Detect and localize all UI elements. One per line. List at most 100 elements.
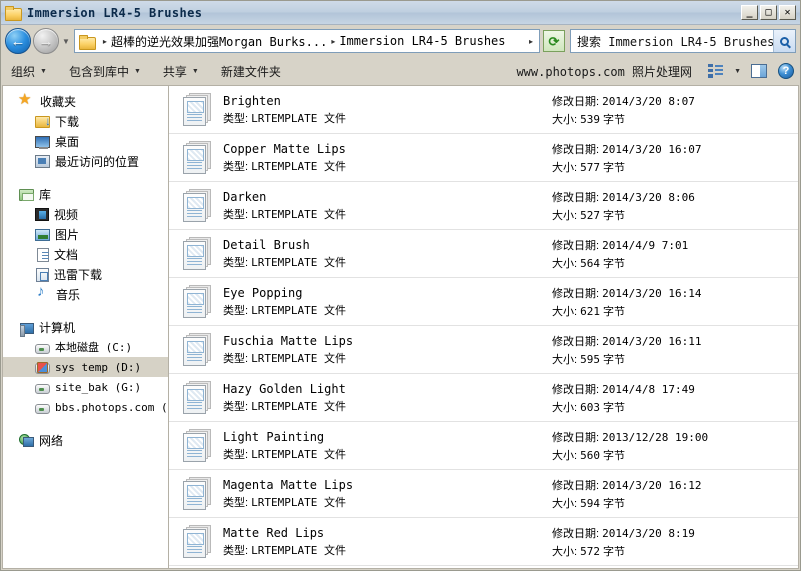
table-row[interactable]: Darken 类型: LRTEMPLATE 文件 修改日期: 2014/3/20 8… bbox=[169, 182, 798, 230]
file-primary-info: Copper Matte Lips 类型: LRTEMPLATE 文件 bbox=[223, 142, 540, 174]
document-icon bbox=[37, 247, 49, 262]
sidebar-label-thunder-download: 迅雷下载 bbox=[54, 267, 103, 282]
file-metadata: 修改日期: 2014/3/20 16:12 大小: 594 字节 bbox=[540, 477, 790, 511]
file-modified-date: 修改日期: 2014/3/20 16:14 bbox=[552, 286, 702, 300]
file-modified-date: 修改日期: 2014/3/20 8:07 bbox=[552, 94, 695, 108]
watermark-text: www.photops.com 照片处理网 bbox=[516, 64, 693, 79]
table-row[interactable]: Light Painting 类型: LRTEMPLATE 文件 修改日期: 201… bbox=[169, 422, 798, 470]
file-name: Brighten bbox=[223, 93, 281, 108]
file-size: 大小: 564 字节 bbox=[552, 256, 626, 270]
toolbar-item-include-in-library[interactable]: 包含到库中 ▼ bbox=[69, 63, 141, 80]
file-modified-date: 修改日期: 2014/3/20 16:11 bbox=[552, 334, 702, 348]
search-input[interactable]: 搜索 Immersion LR4-5 Brushes bbox=[571, 33, 773, 50]
file-modified-date: 修改日期: 2013/12/28 19:00 bbox=[552, 430, 709, 444]
recent-pages-dropdown[interactable]: ▼ bbox=[62, 37, 70, 46]
breadcrumb-item-1[interactable]: Immersion LR4-5 Brushes bbox=[339, 34, 505, 48]
desktop-icon bbox=[35, 136, 50, 149]
help-icon[interactable]: ? bbox=[778, 63, 794, 79]
file-modified-date: 修改日期: 2014/3/20 8:19 bbox=[552, 526, 695, 540]
file-size: 大小: 539 字节 bbox=[552, 112, 626, 126]
close-button[interactable]: ✕ bbox=[779, 5, 796, 20]
file-type-icon bbox=[183, 140, 213, 175]
table-row[interactable]: Brighten 类型: LRTEMPLATE 文件 修改日期: 2014/3/20… bbox=[169, 86, 798, 134]
sidebar-item-drive-g[interactable]: site_bak (G:) bbox=[3, 377, 168, 397]
breadcrumb-separator-0[interactable]: ▸ bbox=[99, 37, 111, 46]
explorer-window: Immersion LR4-5 Brushes _ □ ✕ ← → ▼ ▸ 超棒… bbox=[0, 0, 801, 571]
file-type-label: 类型: LRTEMPLATE 文件 bbox=[223, 111, 346, 125]
file-name: Detail Brush bbox=[223, 237, 310, 252]
sidebar-label-drive-d: sys temp (D:) bbox=[55, 360, 142, 374]
sidebar-label-downloads: 下载 bbox=[55, 114, 80, 129]
maximize-button[interactable]: □ bbox=[760, 5, 777, 20]
sidebar-item-thunder-download[interactable]: 迅雷下载 bbox=[3, 264, 168, 284]
sidebar-item-downloads[interactable]: 下载 bbox=[3, 111, 168, 131]
file-size: 大小: 572 字节 bbox=[552, 544, 626, 558]
chevron-down-icon: ▼ bbox=[191, 67, 199, 75]
table-row[interactable]: Hazy Golden Light 类型: LRTEMPLATE 文件 修改日期: … bbox=[169, 374, 798, 422]
sidebar-item-libraries[interactable]: 库 bbox=[3, 184, 168, 204]
breadcrumb-dropdown[interactable]: ▸ bbox=[525, 37, 537, 46]
file-list[interactable]: Brighten 类型: LRTEMPLATE 文件 修改日期: 2014/3/20… bbox=[168, 85, 799, 569]
chevron-down-icon: ▼ bbox=[133, 67, 141, 75]
sidebar-item-drive-d[interactable]: sys temp (D:) bbox=[3, 357, 168, 377]
sidebar-item-network[interactable]: 网络 bbox=[3, 430, 168, 450]
breadcrumb-separator-1[interactable]: ▸ bbox=[327, 37, 339, 46]
sidebar-item-music[interactable]: 音乐 bbox=[3, 283, 168, 304]
search-box[interactable]: 搜索 Immersion LR4-5 Brushes bbox=[570, 29, 796, 53]
sidebar-item-recent-places[interactable]: 最近访问的位置 bbox=[3, 151, 168, 171]
thunder-download-icon bbox=[36, 267, 49, 282]
toolbar-item-new-folder[interactable]: 新建文件夹 bbox=[221, 63, 281, 80]
file-type-icon bbox=[183, 428, 213, 463]
file-primary-info: Eye Popping 类型: LRTEMPLATE 文件 bbox=[223, 286, 540, 318]
sidebar-item-desktop[interactable]: 桌面 bbox=[3, 131, 168, 151]
preview-pane-icon[interactable] bbox=[751, 64, 767, 78]
sidebar-item-documents[interactable]: 文档 bbox=[3, 244, 168, 264]
refresh-button[interactable]: ⟳ bbox=[543, 30, 565, 52]
sidebar-item-drive-c[interactable]: 本地磁盘 (C:) bbox=[3, 337, 168, 357]
file-modified-date: 修改日期: 2014/4/8 17:49 bbox=[552, 382, 695, 396]
table-row[interactable]: Magenta Matte Lips 类型: LRTEMPLATE 文件 修改日期:… bbox=[169, 470, 798, 518]
window-controls: _ □ ✕ bbox=[741, 5, 796, 20]
sidebar-item-pictures[interactable]: 图片 bbox=[3, 224, 168, 244]
change-view-button[interactable] bbox=[708, 64, 724, 78]
drive-icon bbox=[35, 383, 50, 394]
sidebar-item-favorites[interactable]: 收藏夹 bbox=[3, 90, 168, 111]
table-row[interactable]: Copper Matte Lips 类型: LRTEMPLATE 文件 修改日期: … bbox=[169, 134, 798, 182]
table-row[interactable]: Eye Popping 类型: LRTEMPLATE 文件 修改日期: 2014/3… bbox=[169, 278, 798, 326]
view-list-icon bbox=[708, 64, 724, 78]
drive-icon bbox=[35, 403, 50, 414]
breadcrumb[interactable]: ▸ 超棒的逆光效果加强Morgan Burks... ▸ Immersion L… bbox=[73, 29, 540, 53]
chevron-down-icon: ▼ bbox=[40, 67, 47, 75]
table-row[interactable]: Detail Brush 类型: LRTEMPLATE 文件 修改日期: 2014/… bbox=[169, 230, 798, 278]
search-button[interactable] bbox=[773, 30, 795, 52]
close-icon: ✕ bbox=[784, 6, 791, 18]
back-button[interactable]: ← bbox=[5, 28, 31, 54]
sidebar-item-computer[interactable]: 计算机 bbox=[3, 317, 168, 337]
nav-group-computer: 计算机 本地磁盘 (C:) sys temp (D:) site_bak (G:… bbox=[3, 317, 168, 417]
toolbar-item-organize[interactable]: 组织 ▼ bbox=[11, 63, 47, 80]
file-metadata: 修改日期: 2014/4/8 17:49 大小: 603 字节 bbox=[540, 381, 790, 415]
video-icon bbox=[35, 208, 49, 221]
sidebar-label-pictures: 图片 bbox=[55, 227, 80, 242]
breadcrumb-item-0[interactable]: 超棒的逆光效果加强Morgan Burks... bbox=[111, 33, 327, 50]
refresh-icon: ⟳ bbox=[548, 33, 560, 49]
minimize-button[interactable]: _ bbox=[741, 5, 758, 20]
download-folder-icon bbox=[35, 114, 51, 128]
forward-button[interactable]: → bbox=[33, 28, 59, 54]
sidebar-item-drive-bbs[interactable]: bbs.photops.com ( bbox=[3, 397, 168, 417]
file-type-icon bbox=[183, 380, 213, 415]
navigation-pane[interactable]: 收藏夹 下载 桌面 最近访问的位置 bbox=[2, 85, 168, 569]
toolbar-item-share[interactable]: 共享 ▼ bbox=[163, 63, 199, 80]
file-type-icon bbox=[183, 284, 213, 319]
file-size: 大小: 577 字节 bbox=[552, 160, 626, 174]
table-row[interactable]: Fuschia Matte Lips 类型: LRTEMPLATE 文件 修改日期:… bbox=[169, 326, 798, 374]
table-row[interactable]: Matte Red Lips 类型: LRTEMPLATE 文件 修改日期: 201… bbox=[169, 518, 798, 566]
file-name: Hazy Golden Light bbox=[223, 381, 346, 396]
view-dropdown[interactable]: ▼ bbox=[727, 68, 741, 75]
file-size: 大小: 527 字节 bbox=[552, 208, 626, 222]
file-size: 大小: 621 字节 bbox=[552, 304, 626, 318]
toolbar-label-include-in-library: 包含到库中 bbox=[68, 64, 129, 79]
sidebar-item-videos[interactable]: 视频 bbox=[3, 204, 168, 224]
sidebar-label-computer: 计算机 bbox=[39, 320, 76, 335]
table-row[interactable]: Pink Matte Lips类型: LRTEMPLATE 文件修改日期: 20… bbox=[169, 566, 798, 568]
